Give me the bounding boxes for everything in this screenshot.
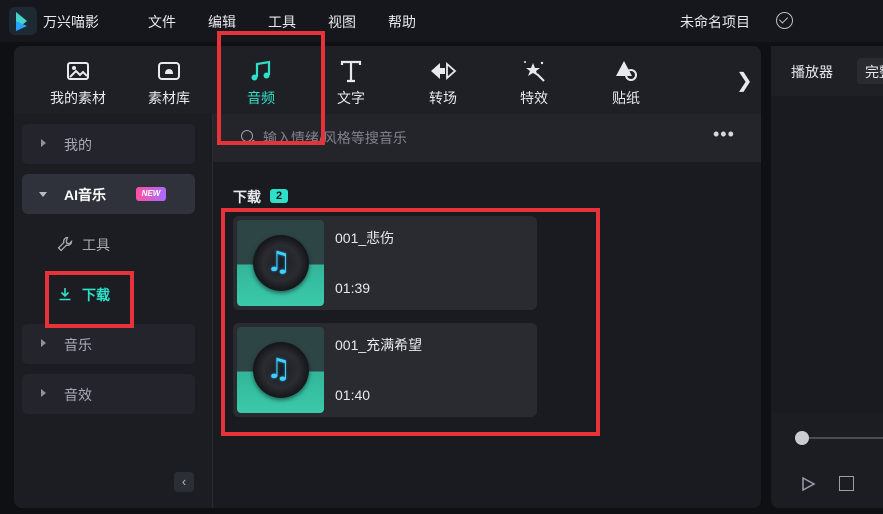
sidebar-item-ai-music[interactable]: AI音乐 NEW <box>22 174 195 214</box>
quality-dropdown[interactable]: 完整 <box>857 58 883 84</box>
toolbar-next-icon[interactable]: ❯ <box>736 68 753 92</box>
caret-down-icon <box>39 192 47 197</box>
music-title: 001_悲伤 <box>335 230 395 246</box>
music-note-icon: ♫ <box>266 352 292 385</box>
stop-icon[interactable] <box>839 476 854 491</box>
seek-track[interactable] <box>801 437 883 439</box>
new-badge: NEW <box>136 187 166 201</box>
media-panel: 我的素材 素材库 音频 文字 转场 特效 贴纸 ❯ 我的 AI音乐 NEW 工具… <box>14 46 761 508</box>
music-duration: 01:40 <box>335 387 371 403</box>
player-screen <box>771 96 883 414</box>
sidebar-item-label: 音效 <box>64 387 92 403</box>
menu-view[interactable]: 视图 <box>328 12 356 32</box>
text-icon <box>340 60 362 83</box>
music-thumbnail: ♫ <box>237 220 324 306</box>
music-thumbnail: ♫ <box>237 327 324 413</box>
caret-right-icon <box>41 389 46 397</box>
search-input[interactable] <box>263 127 683 149</box>
transition-icon <box>431 62 457 80</box>
tab-label: 转场 <box>429 90 457 106</box>
tab-label: 文字 <box>337 90 365 106</box>
caret-right-icon <box>41 139 46 147</box>
section-title: 下载 <box>233 189 261 205</box>
audio-sidebar: 我的 AI音乐 NEW 工具 下载 音乐 音效 ‹ <box>14 114 212 508</box>
more-options-icon[interactable]: ••• <box>713 124 735 145</box>
sidebar-item-music[interactable]: 音乐 <box>22 324 195 364</box>
media-icon <box>67 62 89 80</box>
audio-content: ••• 下载 2 ♫ 001_悲伤 01:39 ♫ 001_充满希望 01:40 <box>212 114 761 508</box>
player-panel: 播放器 完整 <box>771 46 883 508</box>
tab-stock-library[interactable]: 素材库 <box>129 58 209 108</box>
effects-icon <box>524 61 545 82</box>
music-note-icon <box>251 60 271 81</box>
music-title: 001_充满希望 <box>335 337 423 353</box>
tab-my-media[interactable]: 我的素材 <box>38 58 118 108</box>
sidebar-item-label: 我的 <box>64 137 92 153</box>
collapse-sidebar-button[interactable]: ‹ <box>174 472 194 492</box>
project-name[interactable]: 未命名项目 <box>680 12 750 32</box>
tab-label: 特效 <box>520 90 548 106</box>
music-card[interactable]: ♫ 001_充满希望 01:40 <box>233 323 537 417</box>
menu-file[interactable]: 文件 <box>148 12 176 32</box>
tab-effects[interactable]: 特效 <box>494 58 574 108</box>
asset-toolbar: 我的素材 素材库 音频 文字 转场 特效 贴纸 ❯ <box>14 46 761 114</box>
play-icon[interactable] <box>800 476 816 492</box>
app-name: 万兴喵影 <box>43 14 99 30</box>
player-label: 播放器 <box>791 64 833 80</box>
count-badge: 2 <box>270 189 288 203</box>
sticker-icon <box>616 61 637 81</box>
tab-text[interactable]: 文字 <box>311 58 391 108</box>
sidebar-item-label: 音乐 <box>64 337 92 353</box>
saved-check-icon[interactable] <box>776 12 793 29</box>
menu-tools[interactable]: 工具 <box>268 12 296 32</box>
sidebar-item-sound-effects[interactable]: 音效 <box>22 374 195 414</box>
subitem-label: 工具 <box>82 237 110 253</box>
sidebar-item-mine[interactable]: 我的 <box>22 124 195 164</box>
download-icon <box>59 288 71 301</box>
tab-audio[interactable]: 音频 <box>221 58 301 108</box>
wrench-icon <box>57 236 73 252</box>
seek-handle[interactable] <box>795 431 809 445</box>
tab-label: 贴纸 <box>612 90 640 106</box>
tab-label: 素材库 <box>148 90 190 106</box>
menu-edit[interactable]: 编辑 <box>208 12 236 32</box>
app-logo-icon <box>9 7 37 35</box>
tab-transition[interactable]: 转场 <box>403 58 483 108</box>
music-duration: 01:39 <box>335 280 371 296</box>
subitem-label: 下载 <box>82 287 110 303</box>
menu-help[interactable]: 帮助 <box>388 12 416 32</box>
tab-label: 我的素材 <box>50 90 106 106</box>
sidebar-item-label: AI音乐 <box>64 187 106 203</box>
player-header: 播放器 完整 <box>771 46 883 96</box>
search-icon <box>241 130 253 142</box>
search-bar: ••• <box>213 114 761 162</box>
stock-library-icon <box>158 62 180 80</box>
caret-right-icon <box>41 339 46 347</box>
tab-stickers[interactable]: 贴纸 <box>586 58 666 108</box>
tab-label: 音频 <box>247 90 275 106</box>
music-note-icon: ♫ <box>266 245 292 278</box>
music-card[interactable]: ♫ 001_悲伤 01:39 <box>233 216 537 310</box>
title-bar: 万兴喵影 文件 编辑 工具 视图 帮助 未命名项目 <box>0 0 883 42</box>
